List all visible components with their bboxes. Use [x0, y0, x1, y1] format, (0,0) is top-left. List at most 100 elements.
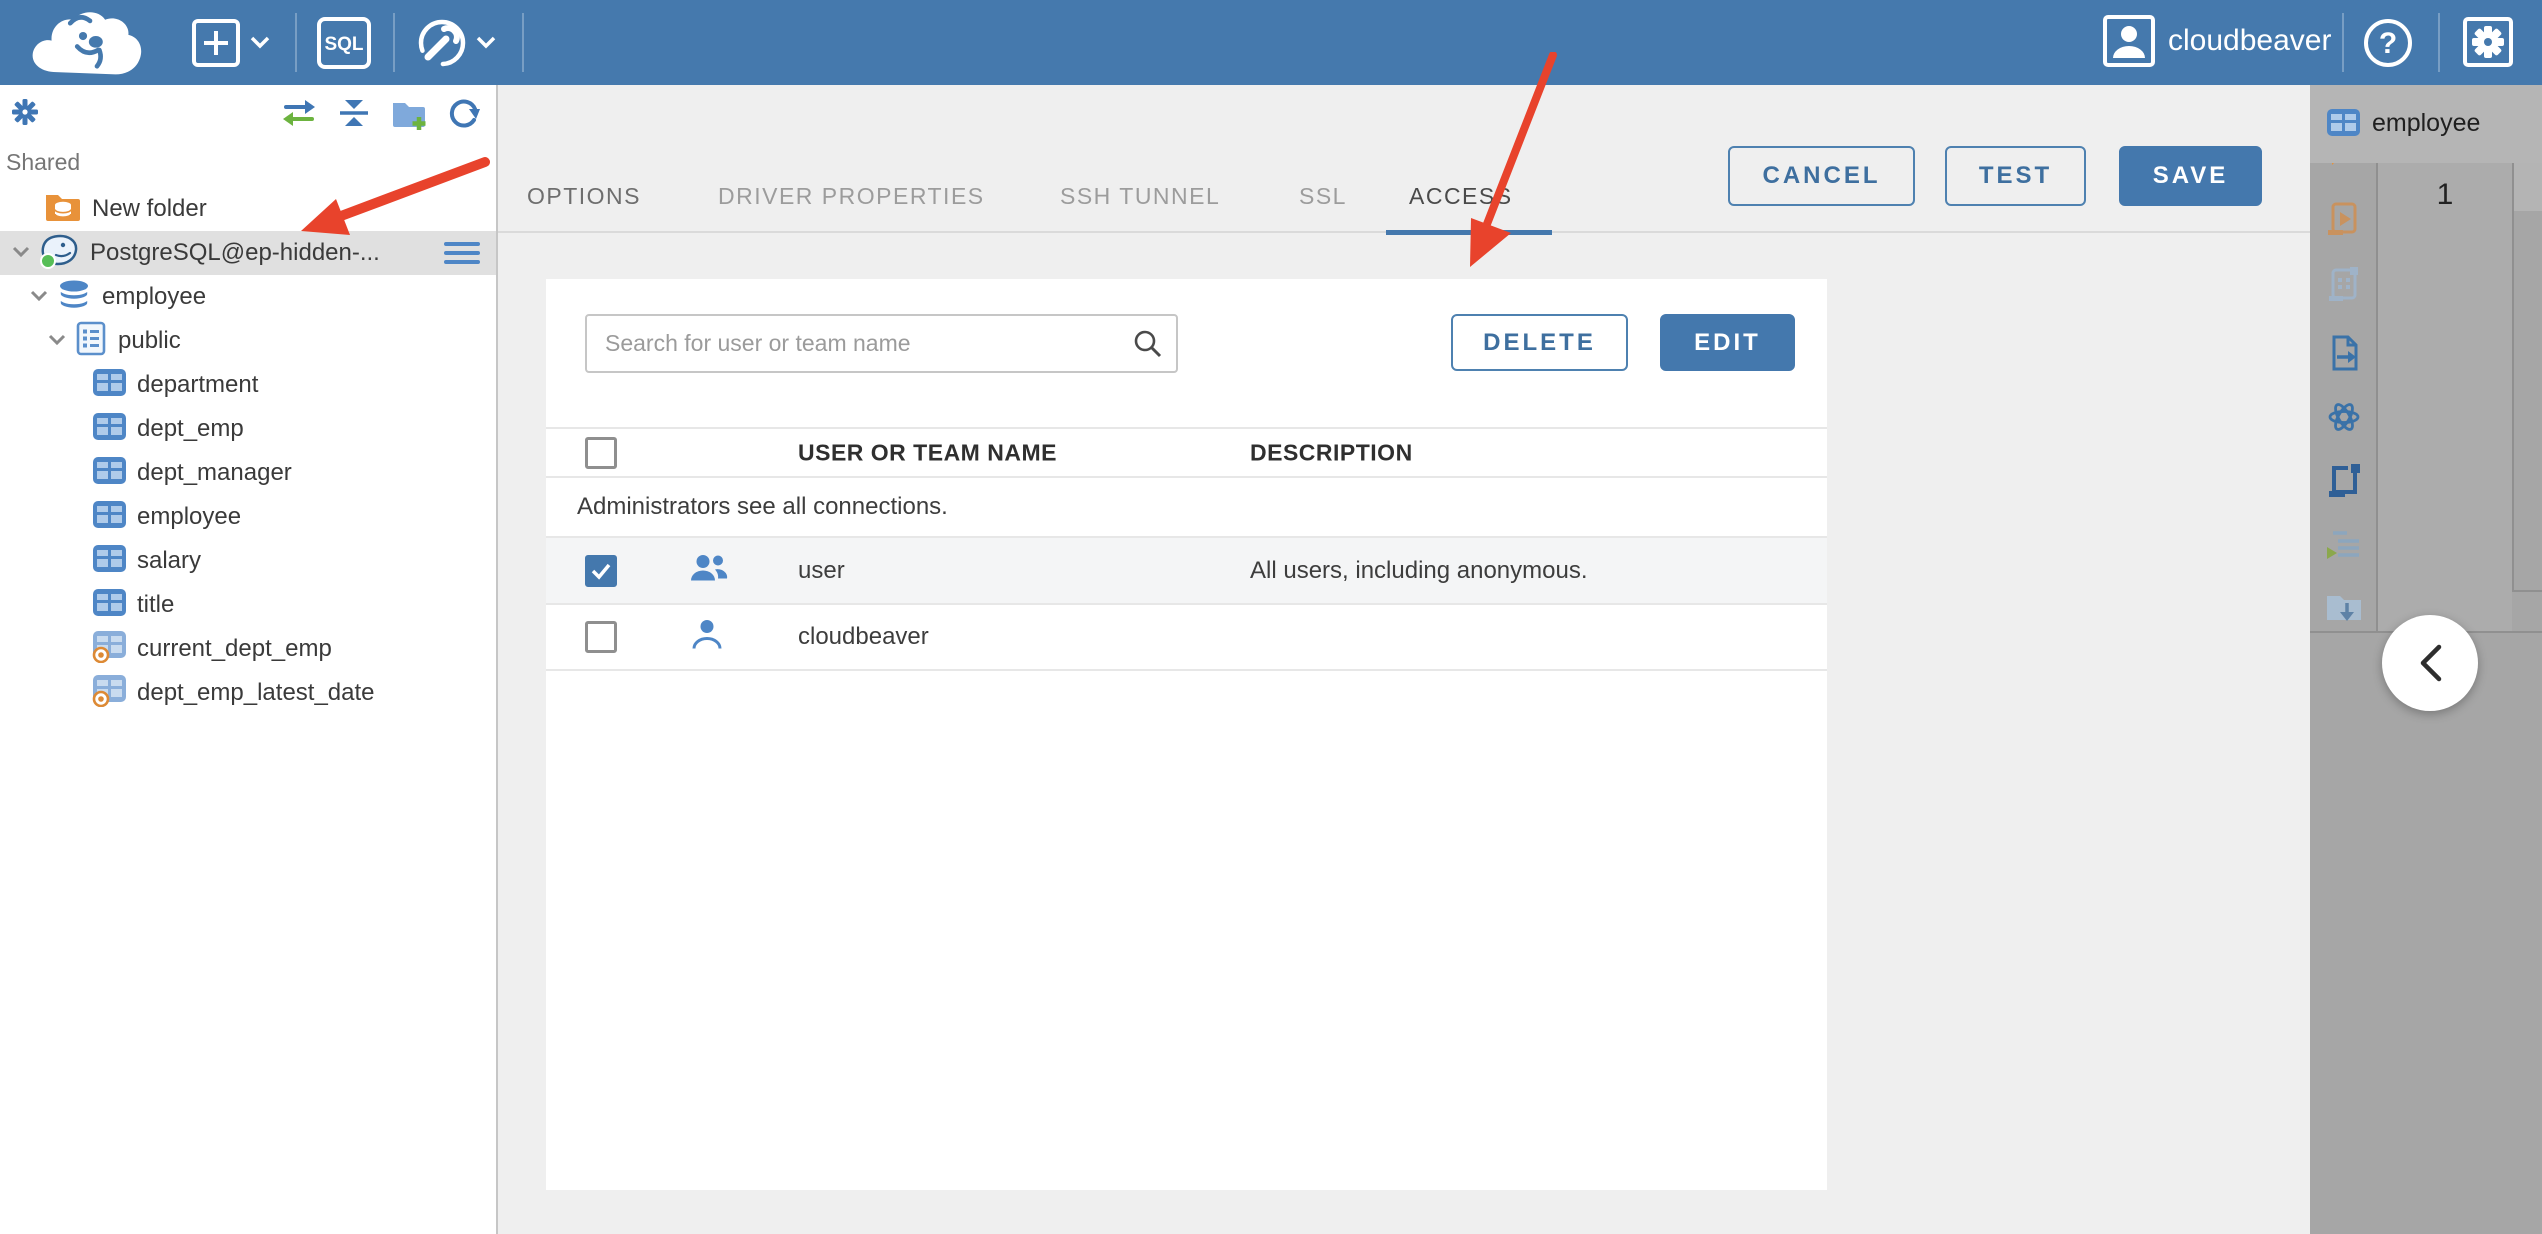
chevron-down-icon[interactable]: [26, 282, 52, 313]
refresh-icon[interactable]: [447, 97, 481, 136]
row-name: user: [798, 556, 845, 584]
script-play-icon[interactable]: [2324, 201, 2364, 239]
tree-item-label: current_dept_emp: [137, 635, 332, 662]
topbar-divider: [295, 13, 297, 72]
tree-item-postgresql-connection[interactable]: PostgreSQL@ep-hidden-...: [0, 231, 496, 275]
topbar-divider: [522, 13, 524, 72]
ai-assistant-icon[interactable]: [2324, 398, 2364, 436]
tree-item-label: dept_emp_latest_date: [137, 679, 375, 706]
table-header-row: USER OR TEAM NAME DESCRIPTION: [546, 429, 1827, 478]
new-folder-icon[interactable]: [391, 97, 429, 136]
top-bar: SQL cloudbeaver ?: [0, 0, 2542, 85]
connection-menu-icon[interactable]: [444, 242, 480, 269]
row-name: cloudbeaver: [798, 623, 929, 650]
tree-item-table-dept-manager[interactable]: dept_manager: [0, 451, 496, 495]
value-panel-icon[interactable]: [2324, 462, 2364, 500]
cancel-button[interactable]: CANCEL: [1728, 146, 1915, 206]
table-row-cloudbeaver[interactable]: cloudbeaver: [546, 605, 1827, 671]
delete-button[interactable]: DELETE: [1451, 314, 1628, 371]
navigator-settings-gear-icon[interactable]: [10, 97, 40, 132]
save-button[interactable]: SAVE: [2119, 146, 2262, 206]
tree-item-schema-public[interactable]: public: [0, 319, 496, 363]
tab-access[interactable]: ACCESS: [1409, 183, 1513, 210]
chevron-left-icon: [2420, 644, 2442, 682]
grid-corner: [2514, 163, 2542, 211]
connection-settings-main: OPTIONS DRIVER PROPERTIES SSH TUNNEL SSL…: [498, 85, 2310, 1234]
view-icon: [92, 630, 127, 668]
tree-item-label: public: [118, 327, 181, 354]
row-checkbox-unchecked[interactable]: [585, 621, 617, 653]
grid-metadata-icon[interactable]: [2324, 265, 2364, 305]
tree-item-table-employee[interactable]: employee: [0, 495, 496, 539]
folder-db-icon: [44, 191, 82, 228]
tab-label: employee: [2372, 109, 2481, 137]
table-icon: [2326, 108, 2361, 142]
tree-item-label: title: [137, 591, 175, 618]
settings-button[interactable]: [2462, 16, 2514, 73]
tab-driver-properties[interactable]: DRIVER PROPERTIES: [718, 183, 985, 210]
cloudbeaver-app: SQL cloudbeaver ? Shared New folder Post…: [0, 0, 2542, 1234]
export-data-icon[interactable]: [2324, 335, 2364, 373]
driver-manager-button[interactable]: [414, 15, 470, 76]
tree-item-label: employee: [102, 283, 207, 310]
search-icon: [1132, 328, 1164, 365]
new-connection-button[interactable]: [190, 17, 242, 74]
help-glyph: ?: [2379, 27, 2397, 60]
save-to-folder-icon[interactable]: [2324, 590, 2364, 624]
help-button[interactable]: ?: [2361, 16, 2415, 75]
grid-line: [2512, 590, 2542, 592]
sql-editor-button[interactable]: SQL: [316, 16, 372, 75]
tree-item-label: salary: [137, 547, 202, 574]
tree-item-table-department[interactable]: department: [0, 363, 496, 407]
table-icon: [92, 500, 127, 534]
tree-item-label: department: [137, 371, 259, 398]
user-name-label[interactable]: cloudbeaver: [2168, 24, 2331, 58]
chevron-down-icon[interactable]: [8, 238, 34, 269]
sync-connections-icon[interactable]: [281, 97, 317, 134]
user-icon: [689, 617, 725, 658]
column-header-name: USER OR TEAM NAME: [798, 439, 1057, 465]
database-icon: [56, 278, 92, 317]
tree-item-table-salary[interactable]: salary: [0, 539, 496, 583]
navigator-tree: New folder PostgreSQL@ep-hidden-... empl…: [0, 187, 496, 715]
gear-icon: [2472, 26, 2504, 58]
table-icon: [92, 588, 127, 622]
table-row-user[interactable]: user All users, including anonymous.: [546, 538, 1827, 605]
tree-item-label: dept_emp: [137, 415, 244, 442]
tree-item-label: New folder: [92, 195, 207, 222]
access-panel: DELETE EDIT USER OR TEAM NAME DESCRIPTIO…: [546, 279, 1827, 1190]
topbar-divider: [2438, 13, 2440, 72]
table-icon: [92, 456, 127, 490]
edit-button[interactable]: EDIT: [1660, 314, 1795, 371]
tree-item-label: employee: [137, 503, 242, 530]
table-info-row: Administrators see all connections.: [546, 478, 1827, 538]
tree-item-new-folder[interactable]: New folder: [0, 187, 496, 231]
user-avatar-icon[interactable]: [2102, 14, 2156, 73]
active-tab-underline: [1386, 230, 1552, 235]
tree-item-table-title[interactable]: title: [0, 583, 496, 627]
navigator-sidebar: Shared New folder PostgreSQL@ep-hidden-.…: [0, 85, 498, 1234]
search-field-wrap: [585, 314, 1178, 373]
row-checkbox-checked[interactable]: [585, 554, 617, 587]
table-icon: [92, 544, 127, 578]
logs-icon[interactable]: [2324, 527, 2364, 565]
table-icon: [92, 412, 127, 446]
select-all-checkbox[interactable]: [585, 436, 617, 469]
sql-badge-label: SQL: [324, 34, 363, 55]
tab-ssh-tunnel[interactable]: SSH TUNNEL: [1060, 183, 1220, 210]
collapse-all-icon[interactable]: [337, 97, 371, 134]
driver-manager-chevron-down-icon[interactable]: [474, 32, 498, 57]
tab-employee-result[interactable]: employee: [2310, 85, 2542, 163]
tab-options[interactable]: OPTIONS: [527, 183, 641, 210]
add-filter-icon[interactable]: [2324, 163, 2364, 181]
test-button[interactable]: TEST: [1945, 146, 2086, 206]
tree-item-view-current-dept-emp[interactable]: current_dept_emp: [0, 627, 496, 671]
expand-panel-button[interactable]: [2382, 615, 2478, 711]
tree-item-view-dept-emp-latest-date[interactable]: dept_emp_latest_date: [0, 671, 496, 715]
search-input[interactable]: [585, 314, 1178, 373]
tab-ssl[interactable]: SSL: [1299, 183, 1347, 210]
new-connection-chevron-down-icon[interactable]: [248, 32, 272, 57]
tree-item-database-employee[interactable]: employee: [0, 275, 496, 319]
chevron-down-icon[interactable]: [44, 326, 70, 357]
tree-item-table-dept-emp[interactable]: dept_emp: [0, 407, 496, 451]
